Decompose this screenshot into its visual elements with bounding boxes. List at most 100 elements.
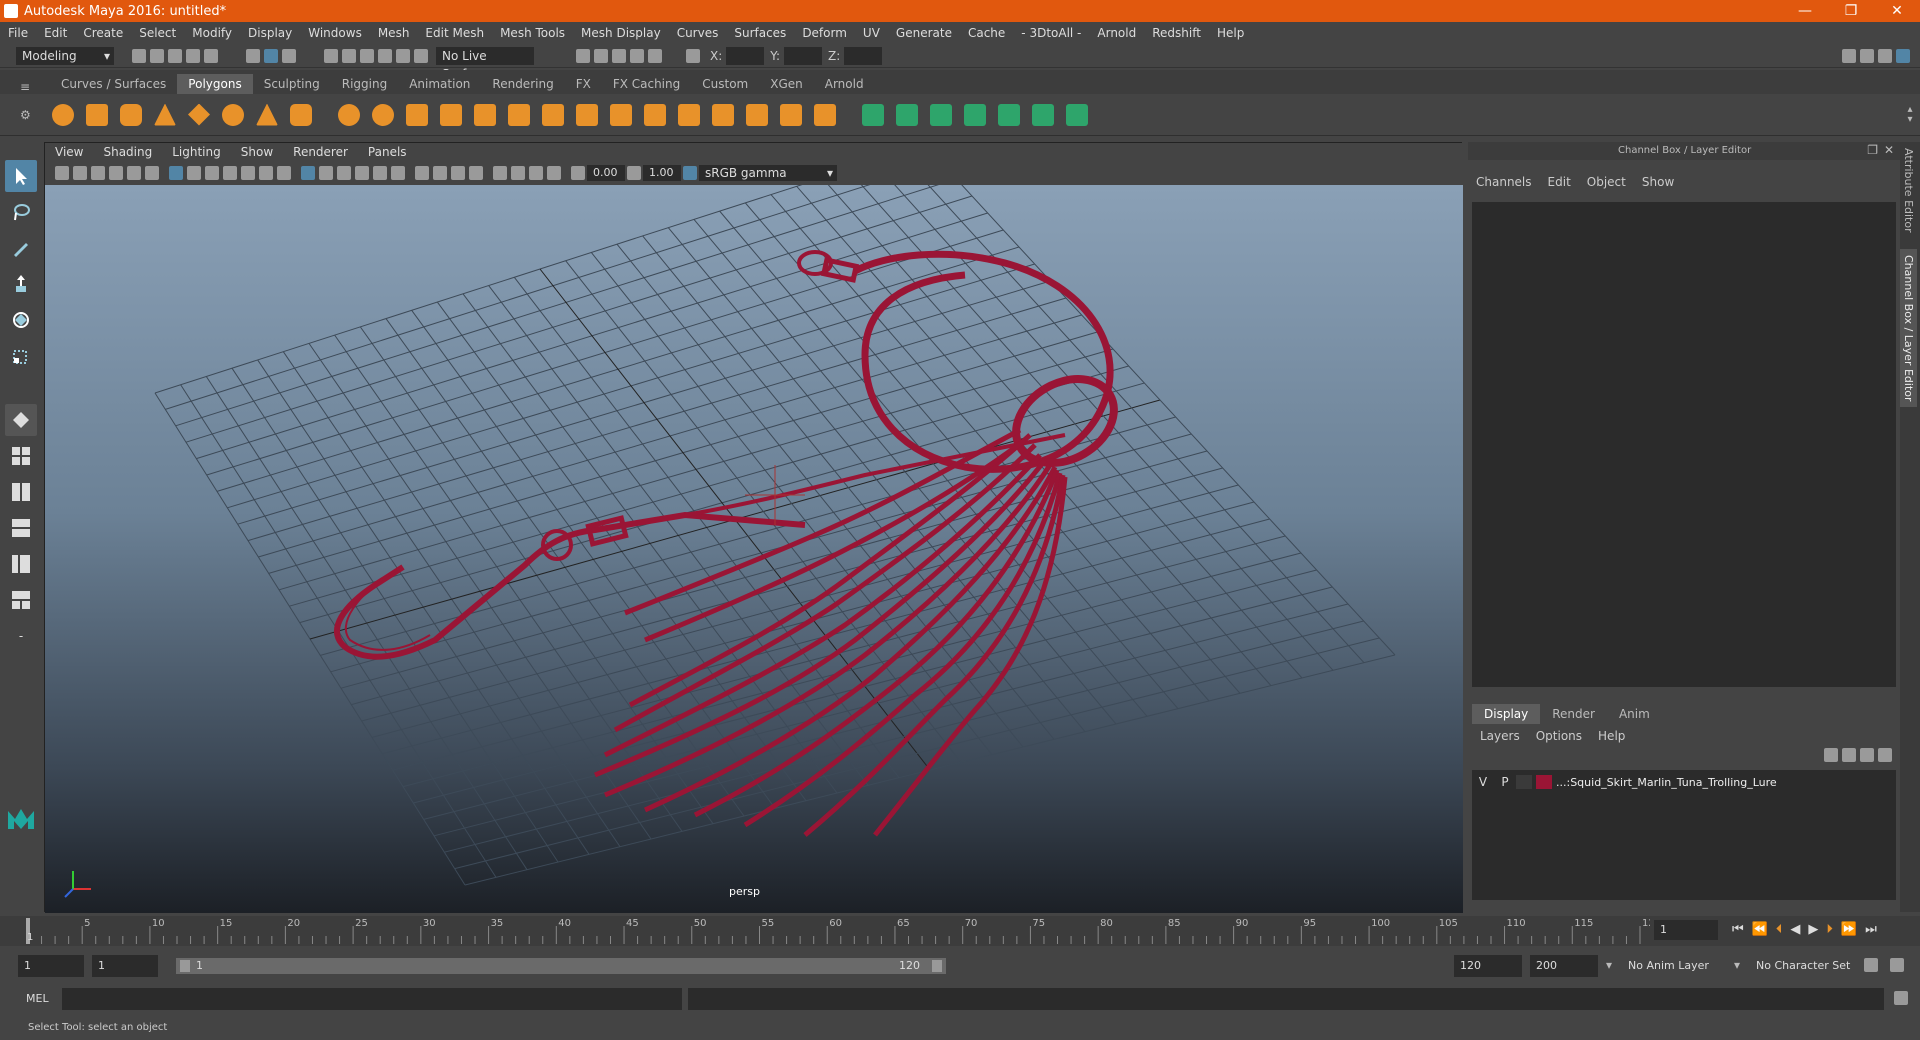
playback-start-field[interactable]: 1 [92, 955, 158, 977]
menu-cache[interactable]: Cache [960, 26, 1013, 40]
fill-hole-icon[interactable] [743, 101, 771, 129]
play-forward-icon[interactable]: ▶ [1808, 922, 1818, 937]
snap-point-icon[interactable] [360, 48, 374, 63]
target-weld-icon[interactable] [811, 101, 839, 129]
tab-polygons[interactable]: Polygons [177, 74, 253, 94]
layer-name[interactable]: ...:Squid_Skirt_Marlin_Tuna_Trolling_Lur… [1556, 776, 1777, 789]
default-material-icon[interactable] [337, 166, 351, 180]
float-panel-icon[interactable]: ❐ [1867, 143, 1878, 157]
snap-view-plane-icon[interactable] [378, 48, 392, 63]
go-to-start-icon[interactable]: ⏮ [1732, 922, 1744, 937]
poly-pyramid-icon[interactable] [253, 101, 281, 129]
rotate-tool-icon[interactable] [5, 304, 37, 336]
render-settings-icon[interactable] [630, 48, 644, 63]
tab-xgen[interactable]: XGen [759, 74, 814, 94]
graph-layout-icon[interactable] [5, 548, 37, 580]
minimize-button[interactable]: — [1782, 3, 1828, 19]
tab-channel-box-layer-editor[interactable]: Channel Box / Layer Editor [1900, 248, 1917, 408]
shelf-settings-icon[interactable]: ⚙ [20, 108, 40, 122]
ipr-render-icon[interactable] [612, 48, 626, 63]
menu-arnold[interactable]: Arnold [1089, 26, 1144, 40]
viewport-menu-view[interactable]: View [45, 145, 93, 159]
tab-attribute-editor[interactable]: Attribute Editor [1900, 142, 1917, 239]
menu-edit[interactable]: Edit [36, 26, 75, 40]
viewport-menu-lighting[interactable]: Lighting [162, 145, 231, 159]
menu-mesh-tools[interactable]: Mesh Tools [492, 26, 573, 40]
select-by-object-icon[interactable] [264, 48, 278, 63]
current-frame-field[interactable]: 1 [1654, 920, 1718, 940]
menu-edit-mesh[interactable]: Edit Mesh [417, 26, 492, 40]
animation-preferences-icon[interactable] [1890, 958, 1904, 972]
channels-menu[interactable]: Channels [1468, 175, 1540, 189]
workspace-icon[interactable] [1842, 48, 1856, 63]
auto-key-icon[interactable] [1864, 958, 1878, 972]
new-scene-icon[interactable] [132, 48, 146, 63]
smooth-icon[interactable] [437, 101, 465, 129]
menu-create[interactable]: Create [75, 26, 131, 40]
z-field[interactable] [844, 46, 883, 65]
tab-curves-surfaces[interactable]: Curves / Surfaces [50, 74, 177, 94]
grid-toggle-icon[interactable] [169, 166, 183, 180]
field-chart-icon[interactable] [241, 166, 255, 180]
xray-joints-icon[interactable] [529, 166, 543, 180]
tab-arnold[interactable]: Arnold [814, 74, 875, 94]
options-menu[interactable]: Options [1528, 729, 1590, 743]
move-tool-icon[interactable] [5, 268, 37, 300]
layer-row[interactable]: V P ...:Squid_Skirt_Marlin_Tuna_Trolling… [1472, 772, 1896, 792]
poly-torus-icon[interactable] [219, 101, 247, 129]
viewport-menu-shading[interactable]: Shading [93, 145, 162, 159]
anim-layer-dropdown[interactable]: No Anim Layer [1624, 955, 1744, 977]
render-frame-icon[interactable] [594, 48, 608, 63]
multi-cut-icon[interactable] [539, 101, 567, 129]
uv-sew-icon[interactable] [995, 101, 1023, 129]
textured-icon[interactable] [355, 166, 369, 180]
channel-box-area[interactable] [1472, 202, 1896, 687]
tab-render[interactable]: Render [1540, 704, 1607, 724]
poly-pipe-icon[interactable] [287, 101, 315, 129]
chevron-down-icon[interactable]: ▾ [1606, 958, 1612, 972]
viewport-menu-panels[interactable]: Panels [358, 145, 417, 159]
play-backward-icon[interactable]: ◀ [1790, 922, 1800, 937]
toggle-tool-settings-icon[interactable] [1896, 48, 1910, 63]
cylindrical-mapping-icon[interactable] [893, 101, 921, 129]
step-back-frame-icon[interactable]: ⏴ [1776, 922, 1783, 937]
uv-unfold-icon[interactable] [1063, 101, 1091, 129]
offset-edge-loop-icon[interactable] [675, 101, 703, 129]
film-gate-icon[interactable] [187, 166, 201, 180]
character-set-dropdown[interactable]: No Character Set [1752, 955, 1864, 977]
render-view-icon[interactable] [576, 48, 590, 63]
range-slider-start-handle[interactable] [180, 960, 190, 972]
xray-icon[interactable] [511, 166, 525, 180]
range-slider[interactable]: 1 120 [176, 958, 946, 974]
ambient-occlusion-icon[interactable] [415, 166, 429, 180]
image-plane-icon[interactable] [109, 166, 123, 180]
select-tool-icon[interactable] [5, 160, 37, 192]
menu-file[interactable]: File [0, 26, 36, 40]
snap-curve-icon[interactable] [342, 48, 356, 63]
close-panel-icon[interactable]: ✕ [1884, 143, 1894, 157]
smooth-shade-icon[interactable] [319, 166, 333, 180]
maximize-button[interactable]: ❐ [1828, 3, 1874, 19]
show-menu[interactable]: Show [1634, 175, 1682, 189]
edit-menu[interactable]: Edit [1540, 175, 1579, 189]
move-layer-up-icon[interactable] [1824, 748, 1838, 762]
perspective-viewport[interactable]: View Shading Lighting Show Renderer Pane… [44, 142, 1463, 913]
outliner-layout-icon[interactable] [5, 512, 37, 544]
close-button[interactable]: ✕ [1874, 3, 1920, 19]
menu-modify[interactable]: Modify [184, 26, 240, 40]
poly-plane-icon[interactable] [185, 101, 213, 129]
quad-layout-icon[interactable] [5, 404, 37, 436]
exposure-icon[interactable] [571, 166, 585, 180]
separate-icon[interactable] [369, 101, 397, 129]
scale-tool-icon[interactable] [5, 340, 37, 372]
exposure-field[interactable]: 0.00 [587, 165, 625, 181]
step-forward-frame-icon[interactable]: ⏵ [1826, 922, 1833, 937]
menu-help[interactable]: Help [1209, 26, 1252, 40]
viewport-menu-renderer[interactable]: Renderer [283, 145, 358, 159]
tab-custom[interactable]: Custom [691, 74, 759, 94]
layer-playback[interactable]: P [1494, 775, 1516, 789]
reduce-icon[interactable] [471, 101, 499, 129]
tab-display[interactable]: Display [1472, 704, 1541, 724]
safe-title-icon[interactable] [277, 166, 291, 180]
select-by-hierarchy-icon[interactable] [246, 48, 260, 63]
